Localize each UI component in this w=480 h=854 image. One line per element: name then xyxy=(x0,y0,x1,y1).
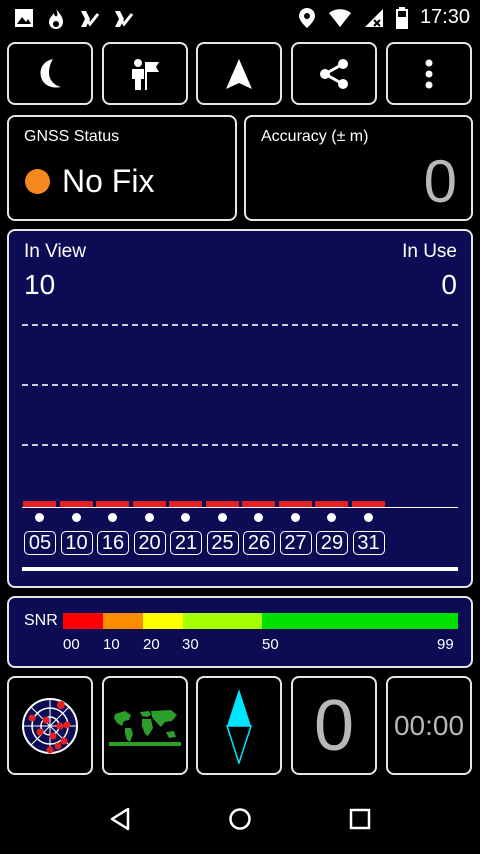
person-flag-icon xyxy=(132,58,159,90)
location-icon xyxy=(298,7,315,28)
fix-status-indicator xyxy=(25,169,50,194)
satellite-snr-bar xyxy=(351,501,385,507)
satellite-snr-bar xyxy=(205,501,239,507)
speed-value: 0 xyxy=(313,685,355,766)
fire-icon xyxy=(49,9,63,29)
wifi-icon xyxy=(328,8,351,27)
satellite-snr-bar xyxy=(23,501,56,507)
snr-tick-label: 20 xyxy=(143,636,160,653)
status-bar: 17:30 xyxy=(0,0,480,36)
clock: 17:30 xyxy=(419,6,470,28)
moon-icon xyxy=(40,58,61,88)
satellite-id-label: 27 xyxy=(279,531,312,555)
image-icon xyxy=(15,9,33,27)
in-view-label: In View xyxy=(24,241,86,262)
world-map-tile[interactable] xyxy=(102,676,188,775)
fix-status-text: No Fix xyxy=(62,163,155,199)
snr-segment xyxy=(183,613,262,629)
satellite-status-dot xyxy=(217,513,227,522)
satellite-status-dot xyxy=(144,513,154,522)
snr-scale-bar xyxy=(63,613,458,629)
system-navigation-bar xyxy=(0,782,480,854)
snr-segment xyxy=(63,613,103,629)
in-use-label: In Use xyxy=(402,241,457,262)
timer-value: 00:00 xyxy=(393,709,465,741)
gnss-status-card: GNSS Status No Fix xyxy=(7,115,237,221)
snr-tick-label: 50 xyxy=(262,636,279,653)
snr-legend-card: SNR xyxy=(7,596,473,668)
world-map-icon xyxy=(109,705,181,746)
speed-tile[interactable]: 0 xyxy=(291,676,377,775)
satellite-status-dot xyxy=(71,513,81,522)
satellite-id-label: 10 xyxy=(60,531,93,555)
battery-icon xyxy=(395,6,408,29)
snr-gridline xyxy=(22,444,458,446)
in-use-count: 0 xyxy=(441,269,457,300)
compass-needle-icon xyxy=(225,688,253,764)
satellite-status-dot xyxy=(254,513,263,522)
in-view-count: 10 xyxy=(24,269,56,300)
accuracy-card: Accuracy (± m) 0 xyxy=(244,115,473,221)
sky-radar-icon xyxy=(22,697,78,754)
satellite-snr-bar xyxy=(278,501,312,507)
satellite-snr-bar xyxy=(169,501,202,507)
share-icon xyxy=(320,58,348,89)
more-options-button[interactable] xyxy=(386,42,472,105)
satellite-bottom-rule xyxy=(22,567,458,571)
snr-title: SNR xyxy=(24,612,58,629)
recents-icon[interactable] xyxy=(349,808,371,830)
gnss-status-title: GNSS Status xyxy=(24,128,120,145)
satellite-id-label: 16 xyxy=(97,531,129,555)
share-button[interactable] xyxy=(291,42,377,105)
satellite-id-label: 25 xyxy=(206,531,239,555)
snr-tick-label: 30 xyxy=(182,636,199,653)
snr-segment xyxy=(143,613,183,629)
snr-segment xyxy=(262,613,458,629)
satellite-status-dot xyxy=(35,513,44,522)
navigate-button[interactable] xyxy=(196,42,282,105)
satellite-snr-bar xyxy=(132,501,166,507)
satellite-snr-bar xyxy=(242,501,275,507)
guide-button[interactable] xyxy=(102,42,188,105)
more-vert-icon xyxy=(425,59,433,88)
navigation-arrow-icon xyxy=(226,58,252,89)
satellite-id-label: 21 xyxy=(170,531,202,555)
no-signal-icon xyxy=(364,8,383,27)
home-icon[interactable] xyxy=(228,807,252,831)
snr-tick-label: 00 xyxy=(63,636,80,653)
check-tag-icon xyxy=(81,11,100,27)
satellite-id-label: 20 xyxy=(133,531,166,555)
compass-tile[interactable] xyxy=(196,676,282,775)
snr-tick-label: 99 xyxy=(437,636,454,653)
satellite-id-label: 29 xyxy=(316,531,348,555)
accuracy-value: 0 xyxy=(423,148,457,215)
snr-gridline xyxy=(22,324,458,326)
check-tag-icon xyxy=(115,11,134,27)
satellite-snr-bar xyxy=(96,501,129,507)
satellite-id-label: 26 xyxy=(243,531,275,555)
satellite-snr-bar xyxy=(59,501,93,507)
satellite-status-dot xyxy=(290,513,300,522)
sky-view-tile[interactable] xyxy=(7,676,93,775)
satellite-status-dot xyxy=(327,513,336,522)
snr-gridline xyxy=(22,384,458,386)
snr-tick-label: 10 xyxy=(103,636,120,653)
satellite-id-label: 31 xyxy=(352,531,385,555)
back-icon[interactable] xyxy=(109,807,131,831)
night-mode-button[interactable] xyxy=(7,42,93,105)
snr-baseline xyxy=(22,507,458,508)
timer-tile[interactable]: 00:00 xyxy=(386,676,472,775)
satellite-snr-bar xyxy=(315,501,348,507)
snr-segment xyxy=(103,613,143,629)
satellite-id-label: 05 xyxy=(24,531,56,555)
satellite-status-dot xyxy=(108,513,117,522)
satellite-status-dot xyxy=(363,513,373,522)
accuracy-title: Accuracy (± m) xyxy=(261,128,369,145)
satellite-status-dot xyxy=(181,513,190,522)
